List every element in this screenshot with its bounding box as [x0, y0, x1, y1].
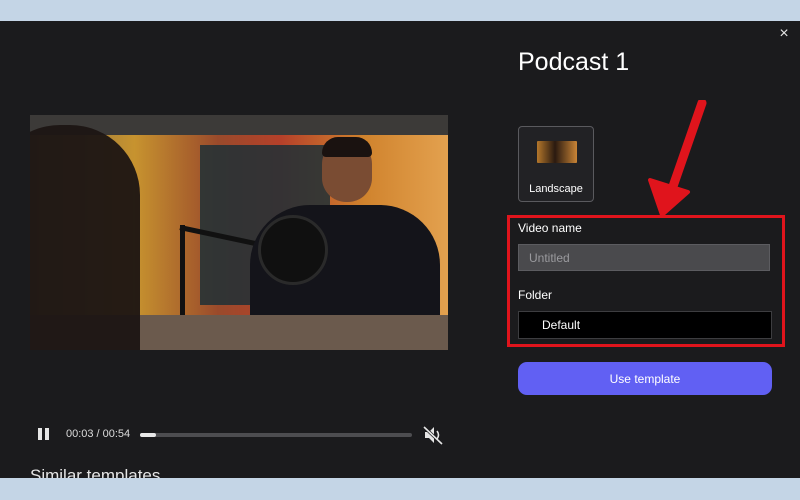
foreground-silhouette	[30, 125, 140, 350]
template-title: Podcast 1	[518, 48, 630, 76]
time-display: 00:03/00:54	[66, 428, 130, 440]
folder-select[interactable]: Default	[518, 311, 772, 339]
red-arrow-annotation	[648, 100, 707, 217]
similar-templates-heading: Similar templates	[30, 466, 161, 478]
close-icon[interactable]: ×	[776, 26, 792, 42]
video-preview[interactable]	[30, 115, 448, 350]
player-controls: 00:03/00:54	[30, 424, 448, 446]
folder-label: Folder	[518, 288, 553, 302]
pause-icon[interactable]	[36, 426, 52, 442]
speaker-muted-icon[interactable]	[422, 424, 444, 446]
video-name-label: Video name	[518, 221, 582, 235]
microphone	[258, 215, 328, 285]
current-time: 00:03	[66, 428, 94, 440]
time-separator: /	[96, 428, 100, 440]
duration: 00:54	[102, 428, 131, 440]
progress-fill	[140, 433, 157, 437]
progress-bar[interactable]	[140, 433, 412, 437]
format-label: Landscape	[529, 183, 583, 195]
format-thumbnail	[537, 141, 577, 163]
format-option-landscape[interactable]: Landscape	[518, 126, 594, 202]
use-template-button[interactable]: Use template	[518, 362, 772, 395]
video-name-input[interactable]	[518, 244, 770, 271]
